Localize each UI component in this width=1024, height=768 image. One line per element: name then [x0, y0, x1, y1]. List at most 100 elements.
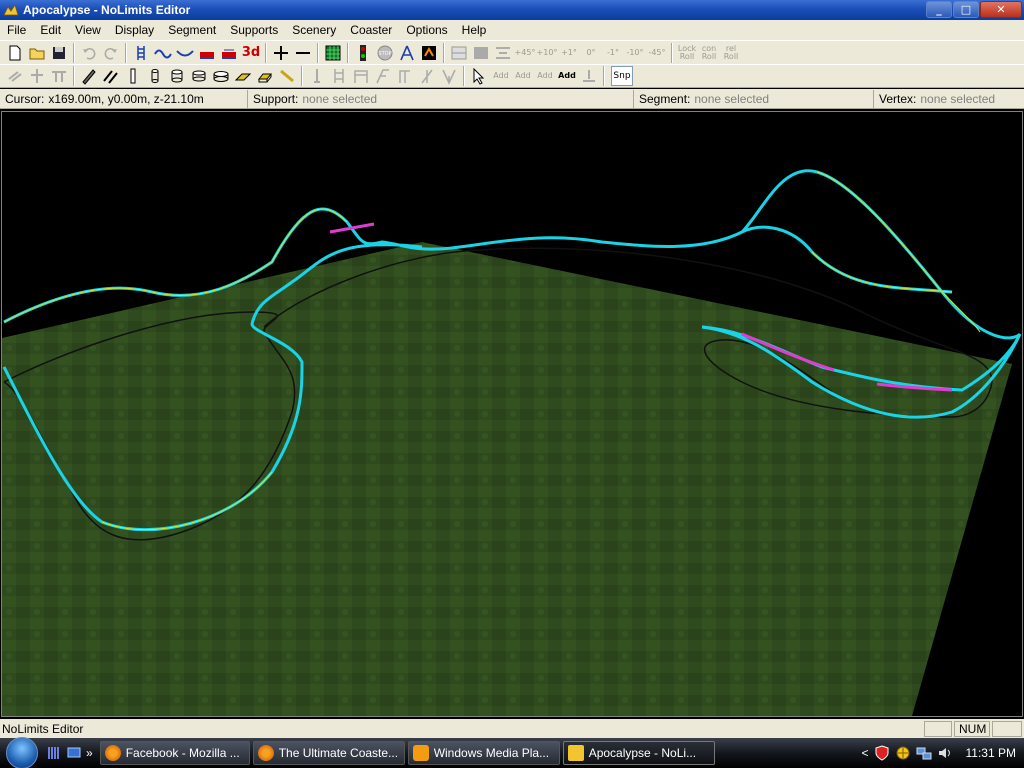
- 3d-viewport[interactable]: [1, 111, 1023, 717]
- ground-button[interactable]: [578, 65, 600, 87]
- volume-icon[interactable]: [937, 745, 953, 761]
- station-button[interactable]: [196, 42, 218, 64]
- task-ultimate-coaster[interactable]: The Ultimate Coaste...: [252, 741, 405, 765]
- footer-button[interactable]: [232, 65, 254, 87]
- save-button[interactable]: [48, 42, 70, 64]
- catwalk-5-button[interactable]: [394, 65, 416, 87]
- menu-display[interactable]: Display: [108, 23, 161, 37]
- simulate-button[interactable]: [352, 42, 374, 64]
- dip-button[interactable]: [174, 42, 196, 64]
- rail-piece-icon: [8, 71, 22, 82]
- rel-roll-button[interactable]: rel Roll: [720, 42, 742, 64]
- shield-icon[interactable]: [874, 745, 890, 761]
- menu-view[interactable]: View: [68, 23, 108, 37]
- catwalk-2-button[interactable]: [328, 65, 350, 87]
- segment-fill-button[interactable]: [470, 42, 492, 64]
- select-tool-button[interactable]: [468, 65, 490, 87]
- frame-icon: [334, 69, 344, 83]
- beam-button[interactable]: [276, 65, 298, 87]
- quicklaunch-show-desktop[interactable]: [44, 741, 64, 765]
- minimize-button[interactable]: _: [926, 1, 952, 18]
- task-facebook[interactable]: Facebook - Mozilla ...: [99, 741, 250, 765]
- catwalk-7-button[interactable]: [438, 65, 460, 87]
- menu-supports[interactable]: Supports: [223, 23, 285, 37]
- add-support-button[interactable]: Add: [534, 65, 556, 87]
- rotate-plus-45-button[interactable]: +45°: [514, 42, 536, 64]
- clock[interactable]: 11:31 PM: [966, 746, 1016, 760]
- close-button[interactable]: ✕: [980, 1, 1022, 18]
- snap-toggle[interactable]: Snp: [611, 66, 633, 86]
- add-node-button[interactable]: Add: [490, 65, 512, 87]
- add-free-node-button[interactable]: Add: [556, 65, 578, 87]
- rotate-minus-10-button[interactable]: -10°: [624, 42, 646, 64]
- split-frame-icon: [442, 69, 456, 85]
- cylinder-2-button[interactable]: [166, 65, 188, 87]
- stop-button[interactable]: STOP: [374, 42, 396, 64]
- catwalk-6-button[interactable]: [416, 65, 438, 87]
- 3d-view-button[interactable]: 3d: [240, 42, 262, 64]
- menu-file[interactable]: File: [0, 23, 33, 37]
- start-button[interactable]: [0, 737, 44, 768]
- menu-options[interactable]: Options: [399, 23, 454, 37]
- segment-edit-button[interactable]: [448, 42, 470, 64]
- menu-edit[interactable]: Edit: [33, 23, 68, 37]
- catwalk-4-button[interactable]: [372, 65, 394, 87]
- redo-button[interactable]: [100, 42, 122, 64]
- add-link-button[interactable]: Add: [512, 65, 534, 87]
- support-tool-2-button[interactable]: [26, 65, 48, 87]
- menu-segment[interactable]: Segment: [161, 23, 223, 37]
- supports-button[interactable]: [396, 42, 418, 64]
- task-media-player[interactable]: Windows Media Pla...: [407, 741, 560, 765]
- con-roll-button[interactable]: con Roll: [698, 42, 720, 64]
- insert-button[interactable]: [270, 42, 292, 64]
- new-file-button[interactable]: [4, 42, 26, 64]
- maximize-button[interactable]: □: [953, 1, 979, 18]
- task-nolimits[interactable]: Apocalypse - NoLi...: [562, 741, 715, 765]
- cylinder-3-button[interactable]: [188, 65, 210, 87]
- support-toolbar: Add Add Add Add Snp: [0, 64, 1024, 88]
- cylinder-1-button[interactable]: [144, 65, 166, 87]
- quicklaunch-chevron[interactable]: »: [86, 746, 93, 760]
- taskbar: » Facebook - Mozilla ... The Ultimate Co…: [0, 737, 1024, 768]
- curve-button[interactable]: [152, 42, 174, 64]
- menu-help[interactable]: Help: [455, 23, 494, 37]
- corner-frame-icon: [399, 70, 410, 83]
- catwalk-3-button[interactable]: [350, 65, 372, 87]
- nolimits-icon: [567, 745, 584, 761]
- remove-button[interactable]: [292, 42, 314, 64]
- segment-align-button[interactable]: [492, 42, 514, 64]
- ground-plane: [2, 242, 1022, 716]
- scene-canvas[interactable]: [2, 112, 1022, 716]
- catwalk-1-button[interactable]: [306, 65, 328, 87]
- support-label: Support:: [253, 91, 299, 106]
- render-button[interactable]: [418, 42, 440, 64]
- cursor-arrow-icon: [473, 67, 485, 85]
- grid-button[interactable]: [322, 42, 344, 64]
- support-tool-1-button[interactable]: [4, 65, 26, 87]
- rotate-minus-45-button[interactable]: -45°: [646, 42, 668, 64]
- rotate-plus-1-button[interactable]: +1°: [558, 42, 580, 64]
- rotate-zero-button[interactable]: 0°: [580, 42, 602, 64]
- menu-coaster[interactable]: Coaster: [343, 23, 399, 37]
- quicklaunch-switch-windows[interactable]: [64, 741, 84, 765]
- title-bar[interactable]: Apocalypse - NoLimits Editor _ □ ✕: [0, 0, 1024, 20]
- draw-beam-button[interactable]: [78, 65, 100, 87]
- update-icon[interactable]: [895, 745, 911, 761]
- undo-button[interactable]: [78, 42, 100, 64]
- cylinder-4-button[interactable]: [210, 65, 232, 87]
- open-file-button[interactable]: [26, 42, 48, 64]
- track-view-button[interactable]: [130, 42, 152, 64]
- open-folder-icon: [29, 48, 45, 59]
- network-icon[interactable]: [916, 745, 932, 761]
- train-button[interactable]: [218, 42, 240, 64]
- rotate-plus-10-button[interactable]: +10°: [536, 42, 558, 64]
- rotate-minus-1-button[interactable]: -1°: [602, 42, 624, 64]
- menu-scenery[interactable]: Scenery: [285, 23, 343, 37]
- tray-expand-button[interactable]: <: [862, 746, 869, 760]
- train-red-icon: [200, 51, 214, 59]
- lock-roll-button[interactable]: Lock Roll: [676, 42, 698, 64]
- pillar-button[interactable]: [122, 65, 144, 87]
- support-tool-3-button[interactable]: [48, 65, 70, 87]
- block-button[interactable]: [254, 65, 276, 87]
- beam-pair-button[interactable]: [100, 65, 122, 87]
